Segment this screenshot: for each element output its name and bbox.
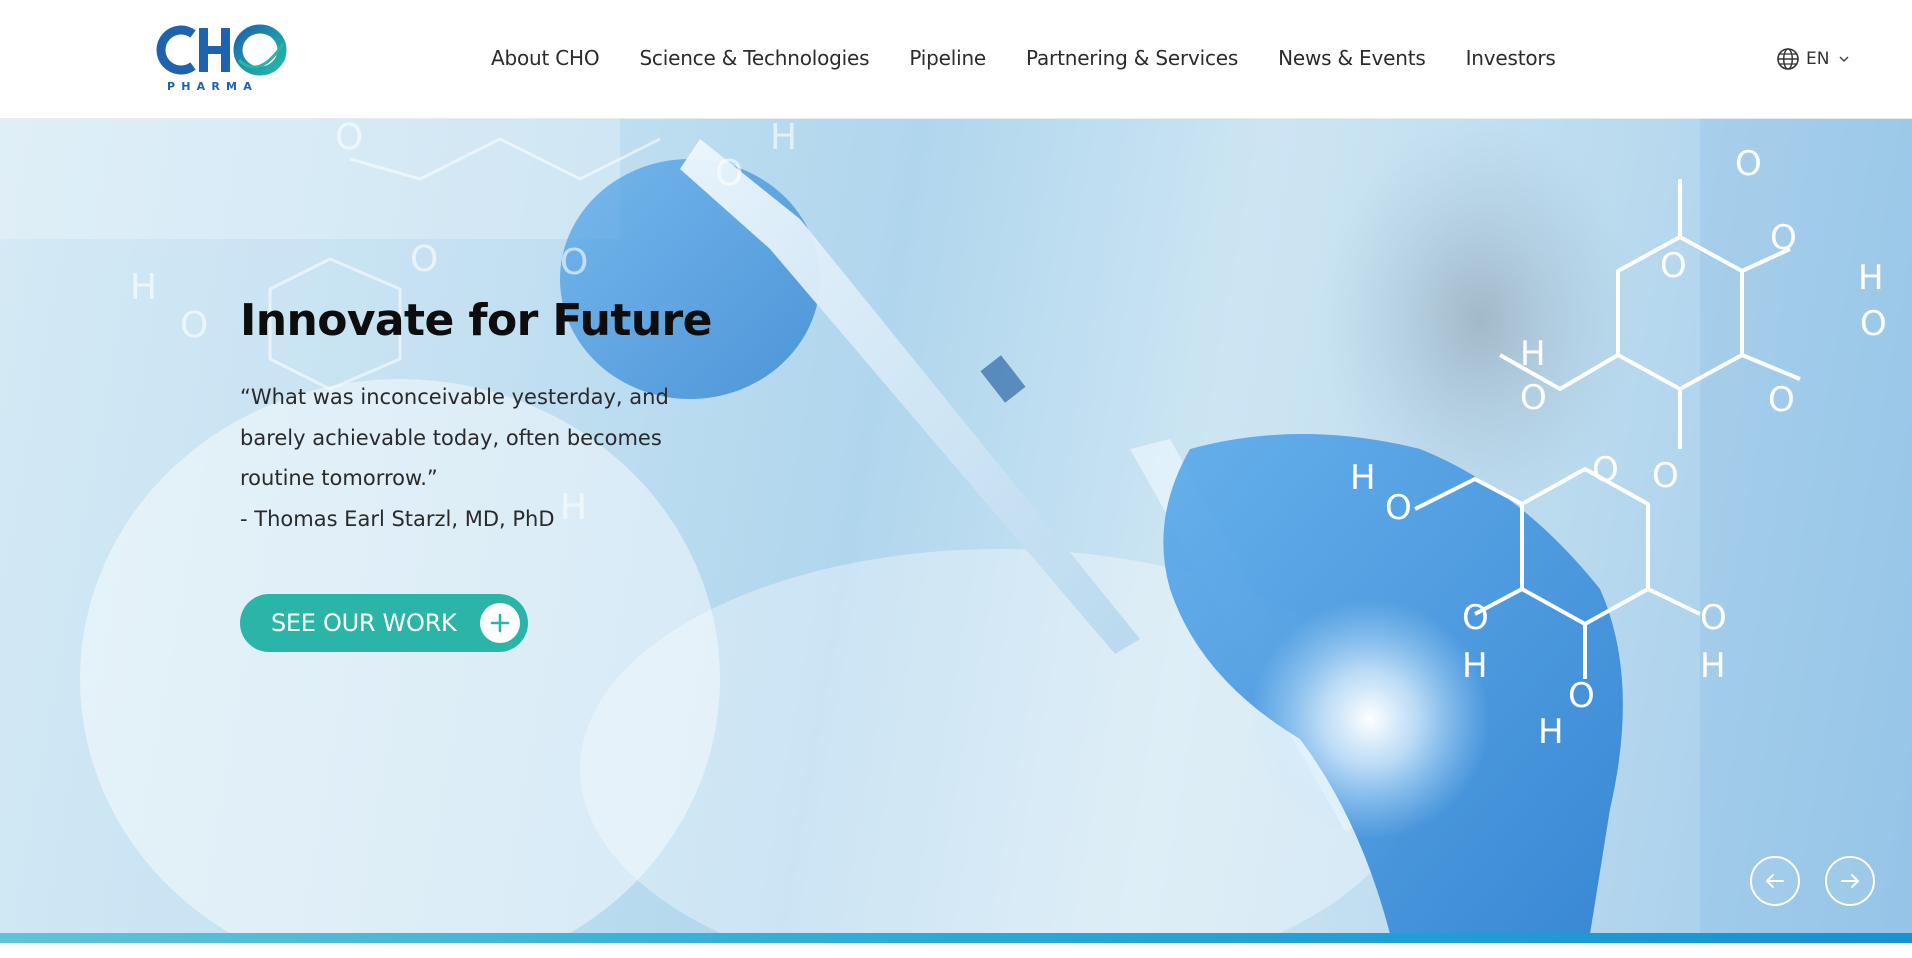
svg-text:H: H xyxy=(1462,646,1488,686)
svg-text:H: H xyxy=(770,119,797,158)
svg-text:H: H xyxy=(130,267,157,308)
quote-line: barely achievable today, often becomes xyxy=(240,425,662,450)
logo-wordmark xyxy=(156,24,287,76)
svg-text:H: H xyxy=(1520,334,1546,374)
svg-text:O: O xyxy=(1735,144,1762,184)
svg-text:O: O xyxy=(180,305,208,346)
svg-text:H: H xyxy=(1350,458,1376,498)
svg-text:O: O xyxy=(1700,598,1727,638)
svg-text:O: O xyxy=(1462,598,1489,638)
svg-text:O: O xyxy=(1660,246,1687,286)
hero-title: Innovate for Future xyxy=(240,295,713,346)
plus-icon xyxy=(480,603,520,643)
logo-subtitle: PHARMA xyxy=(167,80,258,93)
svg-text:O: O xyxy=(1568,676,1595,716)
arrow-left-icon xyxy=(1766,874,1784,888)
svg-text:O: O xyxy=(1592,450,1619,490)
nav-item-about-cho[interactable]: About CHO xyxy=(491,46,600,70)
carousel-prev-button[interactable] xyxy=(1750,856,1800,906)
svg-text:O: O xyxy=(1652,456,1679,496)
svg-text:O: O xyxy=(1768,380,1795,420)
see-our-work-label: SEE OUR WORK xyxy=(271,609,457,637)
see-our-work-button[interactable]: SEE OUR WORK xyxy=(240,594,528,652)
nav-item-partnering-services[interactable]: Partnering & Services xyxy=(1026,46,1238,70)
nav-item-news-events[interactable]: News & Events xyxy=(1278,46,1426,70)
svg-text:O: O xyxy=(560,242,588,283)
language-selector[interactable]: EN xyxy=(1776,47,1851,71)
nav-item-science-technologies[interactable]: Science & Technologies xyxy=(639,46,869,70)
language-label: EN xyxy=(1806,49,1830,69)
quote-line: routine tomorrow.” xyxy=(240,466,438,490)
svg-text:H: H xyxy=(1538,712,1564,752)
svg-text:H: H xyxy=(1700,646,1726,686)
cho-pharma-logo[interactable]: PHARMA xyxy=(155,22,295,96)
svg-text:O: O xyxy=(335,119,363,158)
globe-icon xyxy=(1777,48,1799,70)
nav-item-investors[interactable]: Investors xyxy=(1466,46,1556,70)
svg-text:H: H xyxy=(1858,258,1884,298)
quote-author: - Thomas Earl Starzl, MD, PhD xyxy=(240,506,555,531)
svg-text:O: O xyxy=(1385,488,1412,528)
nav-item-pipeline[interactable]: Pipeline xyxy=(909,46,986,70)
svg-text:O: O xyxy=(1770,218,1797,258)
svg-text:O: O xyxy=(715,153,743,194)
quote-line: “What was inconceivable yesterday, and xyxy=(240,385,669,409)
main-nav: About CHO Science & Technologies Pipelin… xyxy=(491,46,1556,70)
arrow-right-icon xyxy=(1841,874,1859,888)
svg-text:O: O xyxy=(1520,378,1547,418)
hero-banner: O O O O O H O O O H O H O H O H H O O O xyxy=(0,119,1912,934)
svg-text:O: O xyxy=(1860,304,1887,344)
carousel-next-button[interactable] xyxy=(1825,856,1875,906)
site-header: PHARMA About CHO Science & Technologies … xyxy=(0,0,1912,119)
hero-bottom-accent-bar xyxy=(0,933,1912,943)
svg-text:O: O xyxy=(410,239,438,280)
chevron-down-icon xyxy=(1839,56,1849,63)
hero-quote: “What was inconceivable yesterday, and b… xyxy=(240,377,720,539)
